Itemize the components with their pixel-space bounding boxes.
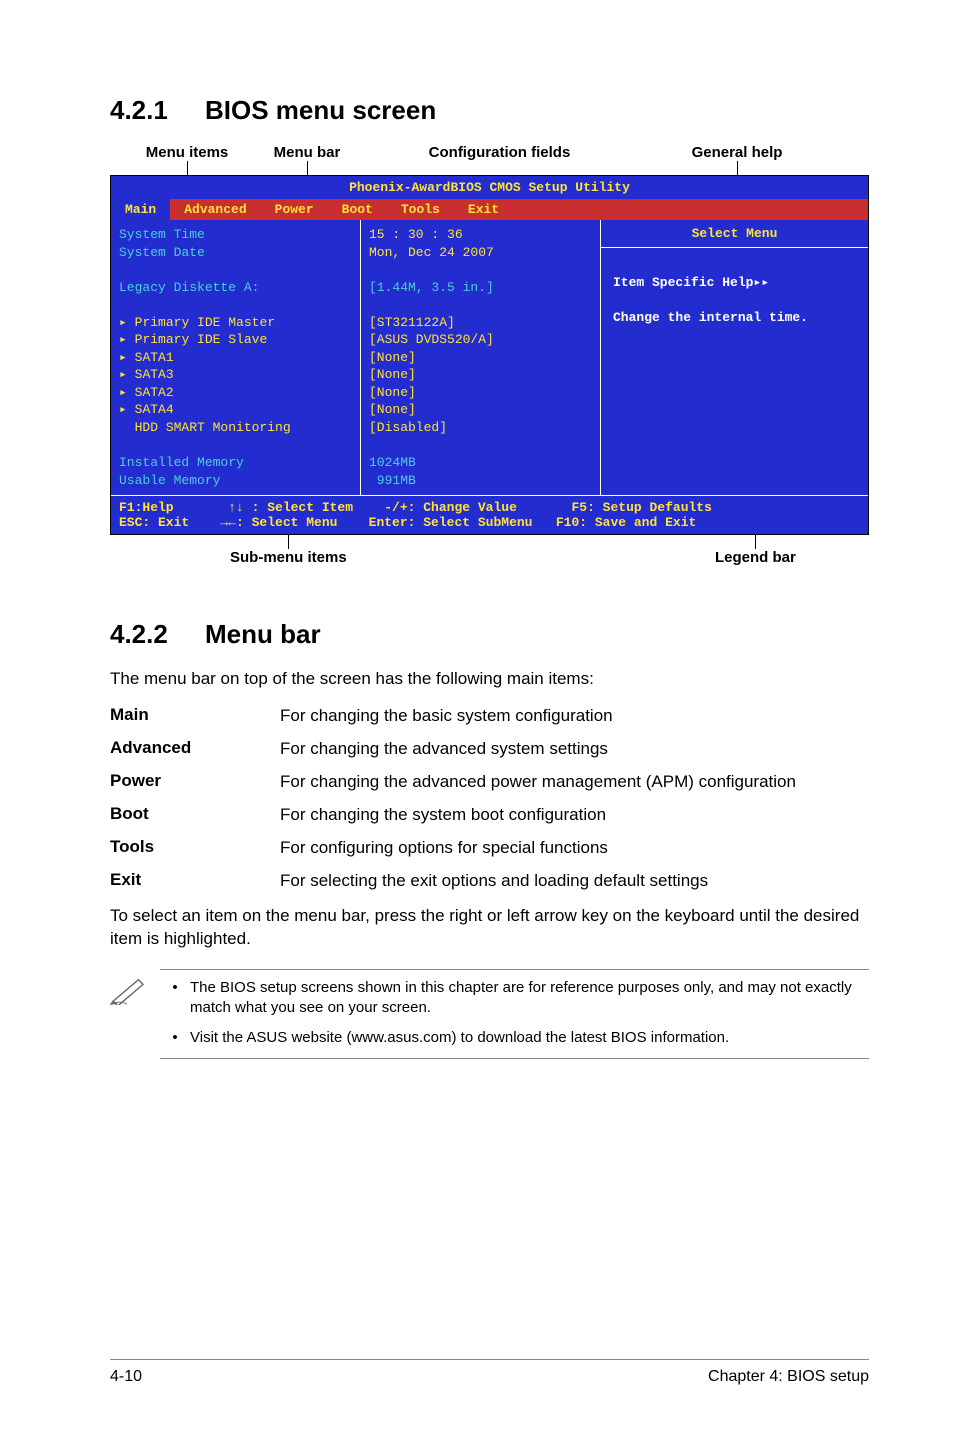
def-boot-v: For changing the system boot configurati… bbox=[280, 804, 869, 827]
val-sata3: [None] bbox=[369, 366, 592, 384]
val-installed-mem: 1024MB bbox=[369, 454, 592, 472]
menu-tools: Tools bbox=[387, 199, 454, 220]
section-title: BIOS menu screen bbox=[205, 95, 436, 125]
val-time: 15 : 30 : 36 bbox=[369, 226, 592, 244]
note-2: Visit the ASUS website (www.asus.com) to… bbox=[190, 1028, 869, 1048]
footer-page-num: 4-10 bbox=[110, 1368, 142, 1386]
bios-menubar: Main Advanced Power Boot Tools Exit bbox=[111, 199, 868, 220]
footer-chapter: Chapter 4: BIOS setup bbox=[708, 1368, 869, 1386]
menubar-outro: To select an item on the menu bar, press… bbox=[110, 905, 869, 951]
row-sata3: SATA3 bbox=[135, 367, 174, 382]
menu-advanced: Advanced bbox=[170, 199, 260, 220]
label-config-fields: Configuration fields bbox=[429, 144, 571, 161]
val-ide-slave: [ASUS DVDS520/A] bbox=[369, 331, 592, 349]
menu-definitions: MainFor changing the basic system config… bbox=[110, 705, 869, 893]
page-footer: 4-10 Chapter 4: BIOS setup bbox=[110, 1368, 869, 1386]
chevron-right-icon: ▸ bbox=[119, 332, 135, 347]
bios-right-panel: Select Menu Item Specific Help▸▸ Change … bbox=[601, 220, 868, 495]
label-general-help: General help bbox=[692, 144, 783, 161]
note-box: •The BIOS setup screens shown in this ch… bbox=[160, 969, 869, 1060]
legend-line2: ESC: Exit →←: Select Menu Enter: Select … bbox=[119, 515, 696, 530]
help-item-specific: Item Specific Help▸▸ bbox=[613, 274, 856, 292]
note-1: The BIOS setup screens shown in this cha… bbox=[190, 978, 869, 1019]
val-legacy: [1.44M, 3.5 in.] bbox=[369, 279, 592, 297]
def-main-v: For changing the basic system configurat… bbox=[280, 705, 869, 728]
def-power-k: Power bbox=[110, 771, 280, 794]
note-divider bbox=[160, 969, 869, 970]
row-sata4: SATA4 bbox=[135, 402, 174, 417]
label-legend-bar: Legend bar bbox=[715, 549, 796, 566]
val-usable-mem: 991MB bbox=[369, 472, 592, 490]
footer-rule bbox=[110, 1359, 869, 1360]
def-advanced-k: Advanced bbox=[110, 738, 280, 761]
diagram-top-labels: Menu items Menu bar Configuration fields… bbox=[110, 144, 869, 161]
section-heading-4-2-1: 4.2.1BIOS menu screen bbox=[110, 95, 869, 126]
chevron-right-icon: ▸ bbox=[119, 402, 135, 417]
def-exit-k: Exit bbox=[110, 870, 280, 893]
bios-mid-panel: 15 : 30 : 36 Mon, Dec 24 2007 [1.44M, 3.… bbox=[361, 220, 601, 495]
pen-note-icon bbox=[110, 975, 148, 1005]
row-usable-memory: Usable Memory bbox=[119, 472, 352, 490]
val-date: Mon, Dec 24 2007 bbox=[369, 244, 592, 262]
help-title: Select Menu bbox=[613, 226, 856, 247]
def-power-v: For changing the advanced power manageme… bbox=[280, 771, 869, 794]
chevron-right-icon: ▸ bbox=[119, 385, 135, 400]
bios-legend-bar: F1:Help ↑↓ : Select Item -/+: Change Val… bbox=[111, 495, 868, 534]
def-exit-v: For selecting the exit options and loadi… bbox=[280, 870, 869, 893]
val-sata4: [None] bbox=[369, 401, 592, 419]
row-sata1: SATA1 bbox=[135, 350, 174, 365]
chevron-right-icon: ▸ bbox=[119, 315, 135, 330]
section-title-2: Menu bar bbox=[205, 619, 321, 649]
label-menu-items: Menu items bbox=[146, 144, 229, 161]
bullet-icon: • bbox=[160, 1028, 190, 1048]
legend-line1: F1:Help ↑↓ : Select Item -/+: Change Val… bbox=[119, 500, 712, 515]
bullet-icon: • bbox=[160, 978, 190, 1019]
note-divider bbox=[160, 1058, 869, 1059]
chevron-right-icon: ▸ bbox=[119, 367, 135, 382]
section-num-2: 4.2.2 bbox=[110, 619, 205, 650]
val-hdd-smart: [Disabled] bbox=[369, 419, 592, 437]
diagram-bottom-labels: Sub-menu items Legend bar bbox=[110, 549, 869, 579]
label-submenu-items: Sub-menu items bbox=[230, 549, 347, 566]
row-installed-memory: Installed Memory bbox=[119, 454, 352, 472]
row-primary-ide-master: Primary IDE Master bbox=[135, 315, 275, 330]
row-system-time: System Time bbox=[119, 226, 352, 244]
menu-main: Main bbox=[111, 199, 170, 220]
bios-left-panel: System Time System Date Legacy Diskette … bbox=[111, 220, 361, 495]
menu-power: Power bbox=[261, 199, 328, 220]
help-change-internal: Change the internal time. bbox=[613, 309, 856, 327]
def-advanced-v: For changing the advanced system setting… bbox=[280, 738, 869, 761]
bios-screen: Phoenix-AwardBIOS CMOS Setup Utility Mai… bbox=[110, 175, 869, 535]
row-legacy-diskette: Legacy Diskette A: bbox=[119, 279, 352, 297]
val-sata2: [None] bbox=[369, 384, 592, 402]
section-heading-4-2-2: 4.2.2Menu bar bbox=[110, 619, 869, 650]
bios-title: Phoenix-AwardBIOS CMOS Setup Utility bbox=[111, 176, 868, 199]
row-hdd-smart: HDD SMART Monitoring bbox=[135, 420, 291, 435]
menubar-intro: The menu bar on top of the screen has th… bbox=[110, 668, 869, 691]
row-sata2: SATA2 bbox=[135, 385, 174, 400]
chevron-right-icon: ▸ bbox=[119, 350, 135, 365]
row-primary-ide-slave: Primary IDE Slave bbox=[135, 332, 268, 347]
def-tools-k: Tools bbox=[110, 837, 280, 860]
menu-boot: Boot bbox=[328, 199, 387, 220]
val-sata1: [None] bbox=[369, 349, 592, 367]
label-menu-bar: Menu bar bbox=[274, 144, 341, 161]
def-main-k: Main bbox=[110, 705, 280, 728]
def-boot-k: Boot bbox=[110, 804, 280, 827]
section-num: 4.2.1 bbox=[110, 95, 205, 126]
val-ide-master: [ST321122A] bbox=[369, 314, 592, 332]
def-tools-v: For configuring options for special func… bbox=[280, 837, 869, 860]
bios-diagram: Menu items Menu bar Configuration fields… bbox=[110, 144, 869, 579]
row-system-date: System Date bbox=[119, 244, 352, 262]
menu-exit: Exit bbox=[454, 199, 513, 220]
